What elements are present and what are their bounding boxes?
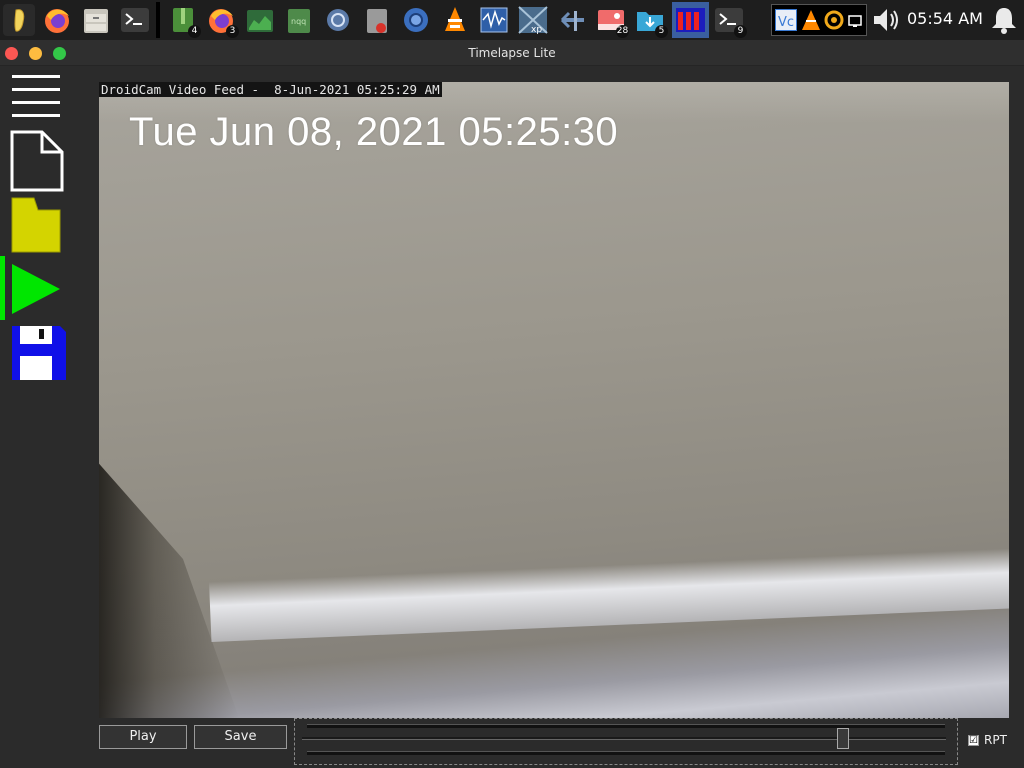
window-titlebar[interactable]: Timelapse Lite (0, 40, 1024, 66)
system-tray: Vc (771, 4, 867, 36)
open-folder-icon[interactable] (10, 196, 62, 254)
system-monitor-icon[interactable] (244, 4, 276, 36)
vlc-tray-icon[interactable] (800, 8, 822, 32)
feed-caption: DroidCam Video Feed - 8-Jun-2021 05:25:2… (99, 82, 442, 97)
firefox-badge: 3 (226, 25, 239, 38)
downloads-folder-icon[interactable]: 5 (634, 4, 668, 38)
video-preview: DroidCam Video Feed - 8-Jun-2021 05:25:2… (99, 82, 1009, 718)
repeat-label: RPT (984, 733, 1007, 747)
sync-tray-icon[interactable] (823, 8, 845, 32)
play-active-indicator (0, 256, 5, 320)
save-floppy-icon[interactable] (10, 324, 68, 382)
timeline-slider-track[interactable] (302, 737, 946, 740)
repeat-checkbox[interactable]: ☑ (968, 735, 979, 746)
app-menu-icon[interactable] (3, 4, 35, 36)
hamburger-menu-icon[interactable] (10, 74, 62, 122)
timeline-bottom-rail (307, 751, 945, 755)
chromium-icon[interactable] (400, 4, 432, 36)
vlc-icon[interactable] (439, 4, 471, 36)
notes-app-icon[interactable]: nqq (283, 4, 315, 36)
play-button[interactable]: Play (99, 725, 187, 749)
git-app-icon[interactable] (556, 4, 588, 36)
left-toolbar (0, 66, 80, 396)
video-bright-edge (209, 547, 1009, 642)
terminal-window-icon[interactable]: 9 (713, 4, 747, 38)
new-file-icon[interactable] (10, 130, 64, 192)
timeline-top-rail (307, 724, 945, 728)
repeat-check-mark: ☑ (969, 735, 978, 746)
xp-app-icon[interactable]: xp (517, 4, 549, 36)
save-button[interactable]: Save (194, 725, 287, 749)
svg-text:nqq: nqq (291, 17, 306, 26)
timeline-slider-thumb[interactable] (837, 728, 849, 749)
network-app-icon[interactable] (322, 4, 354, 36)
overlay-timestamp: Tue Jun 08, 2021 05:25:30 (129, 110, 619, 154)
volume-icon[interactable] (871, 5, 903, 35)
archive-badge: 4 (188, 25, 201, 38)
terminal-icon[interactable] (119, 4, 151, 36)
play-icon[interactable] (10, 262, 62, 316)
window-title: Timelapse Lite (468, 46, 556, 60)
taskbar-separator (156, 2, 160, 38)
timelapse-app-icon[interactable] (672, 2, 709, 38)
archive-manager-icon[interactable]: 4 (167, 4, 201, 38)
display-tray-icon[interactable] (848, 13, 862, 27)
terminal-badge: 9 (734, 25, 747, 38)
photos-badge: 28 (616, 25, 629, 38)
files-cabinet-icon[interactable] (80, 4, 112, 36)
firefox-icon[interactable] (41, 4, 73, 36)
svg-text:xp: xp (531, 25, 542, 35)
clock[interactable]: 05:54 AM (907, 9, 983, 28)
vs-code-tray-icon[interactable]: Vc (775, 9, 797, 31)
downloads-badge: 5 (655, 25, 668, 38)
svg-text:Vc: Vc (778, 15, 794, 30)
notifications-bell-icon[interactable] (988, 4, 1020, 36)
taskbar: 4 3 nqq xp 28 5 9 Vc 05:54 AM (0, 0, 1024, 40)
disk-utility-icon[interactable] (361, 4, 393, 36)
waveform-app-icon[interactable] (478, 4, 510, 36)
photos-icon[interactable]: 28 (595, 4, 629, 38)
firefox-window-icon[interactable]: 3 (205, 4, 239, 38)
